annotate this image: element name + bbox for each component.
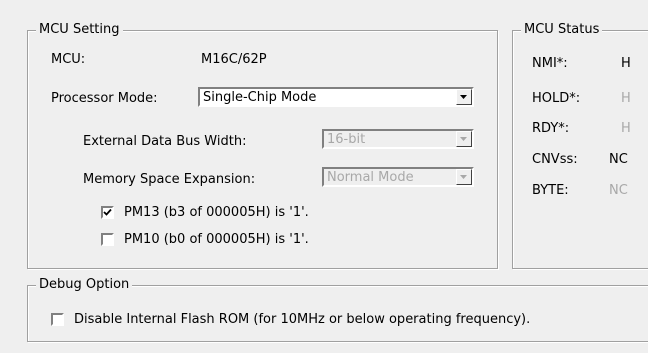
- status-value-hold: H: [621, 91, 631, 106]
- status-value-nmi: H: [621, 56, 631, 71]
- mcu-setting-group: MCU Setting MCU: M16C/62P Processor Mode…: [27, 22, 498, 269]
- status-value-byte: NC: [609, 183, 628, 198]
- status-label-hold: HOLD*:: [532, 91, 581, 106]
- external-bus-select[interactable]: 16-bit: [322, 129, 474, 149]
- debug-option-group: Debug Option Disable Internal Flash ROM …: [27, 277, 648, 342]
- processor-mode-dropdown-button[interactable]: [456, 89, 472, 105]
- pm10-checkbox[interactable]: [101, 233, 114, 246]
- external-bus-dropdown-button[interactable]: [456, 131, 472, 147]
- checkmark-icon: [103, 208, 112, 216]
- mcu-label: MCU:: [51, 52, 86, 67]
- memory-space-select[interactable]: Normal Mode: [322, 167, 474, 187]
- mcu-setting-title: MCU Setting: [36, 22, 123, 38]
- mcu-value: M16C/62P: [201, 52, 267, 67]
- status-label-nmi: NMI*:: [532, 56, 568, 71]
- pm13-label[interactable]: PM13 (b3 of 000005H) is '1'.: [124, 205, 309, 221]
- status-label-byte: BYTE:: [532, 183, 569, 198]
- memory-space-label: Memory Space Expansion:: [83, 172, 256, 187]
- disable-flash-checkbox[interactable]: [51, 313, 64, 326]
- disable-flash-label[interactable]: Disable Internal Flash ROM (for 10MHz or…: [74, 312, 530, 328]
- processor-mode-label: Processor Mode:: [51, 91, 158, 106]
- memory-space-dropdown-button[interactable]: [456, 169, 472, 185]
- chevron-down-icon: [460, 137, 467, 141]
- status-value-rdy: H: [621, 121, 631, 136]
- mcu-status-title: MCU Status: [521, 22, 603, 38]
- processor-mode-select[interactable]: Single-Chip Mode: [198, 87, 474, 107]
- mcu-status-group: MCU Status NMI*: H HOLD*: H RDY*: H CNVs…: [512, 22, 648, 269]
- status-value-cnvss: NC: [609, 152, 628, 167]
- external-bus-label: External Data Bus Width:: [83, 134, 247, 149]
- debug-option-title: Debug Option: [36, 277, 133, 293]
- pm13-checkbox[interactable]: [101, 206, 114, 219]
- chevron-down-icon: [460, 95, 467, 99]
- status-label-cnvss: CNVss:: [532, 152, 578, 167]
- status-label-rdy: RDY*:: [532, 121, 570, 136]
- processor-mode-value: Single-Chip Mode: [203, 90, 317, 105]
- chevron-down-icon: [460, 175, 467, 179]
- external-bus-value: 16-bit: [327, 132, 366, 147]
- pm10-label[interactable]: PM10 (b0 of 000005H) is '1'.: [124, 232, 309, 248]
- memory-space-value: Normal Mode: [327, 170, 414, 185]
